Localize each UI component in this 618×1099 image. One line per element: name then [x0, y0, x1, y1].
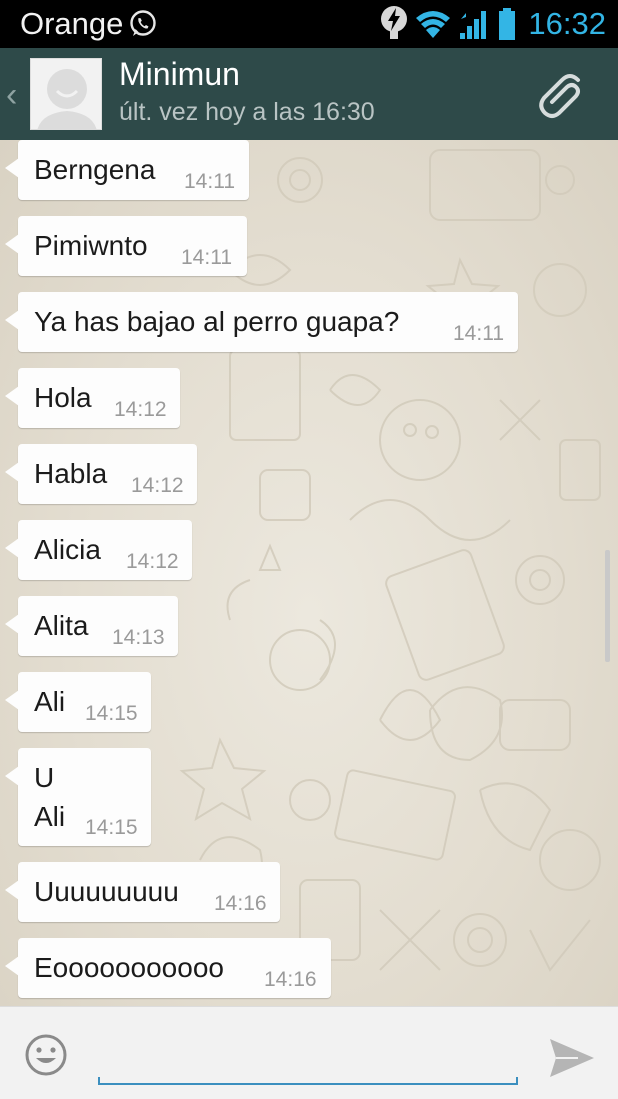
- message-bubble[interactable]: U Ali 14:15: [5, 748, 151, 846]
- message-time: 14:16: [264, 968, 317, 991]
- send-icon[interactable]: [548, 1037, 596, 1079]
- message-time: 14:12: [114, 398, 167, 421]
- message-time: 14:15: [85, 816, 138, 839]
- message-time: 14:13: [112, 626, 165, 649]
- wifi-icon: [416, 11, 451, 38]
- avatar-icon: [31, 59, 101, 129]
- conversation-area[interactable]: Berngena 14:11 Pimiwnto 14:11 Ya has baj…: [0, 140, 618, 1006]
- input-underline-left: [98, 1077, 100, 1085]
- carrier-name: Orange: [20, 6, 124, 41]
- message-input[interactable]: [98, 1035, 518, 1085]
- message-bubble[interactable]: Ali 14:15: [5, 672, 151, 732]
- input-underline-right: [516, 1077, 518, 1085]
- message-bubble[interactable]: Alicia 14:12: [5, 520, 192, 580]
- message-bubble[interactable]: Pimiwnto 14:11: [5, 216, 247, 276]
- message-text: Pimiwnto: [34, 230, 148, 261]
- message-time: 14:16: [214, 892, 267, 915]
- message-bubble[interactable]: Alita 14:13: [5, 596, 178, 656]
- message-bubble[interactable]: Hola 14:12: [5, 368, 180, 428]
- message-bubble[interactable]: Eooooooooooo 14:16: [5, 938, 331, 998]
- message-text: Ali: [34, 686, 66, 717]
- message-time: 14:12: [126, 550, 179, 573]
- avatar[interactable]: [30, 58, 102, 130]
- message-composer: [0, 1006, 618, 1099]
- message-time: 14:15: [85, 702, 138, 725]
- message-text: Hola: [34, 382, 92, 413]
- signal-icon: [460, 11, 487, 39]
- contact-name[interactable]: Minimun: [119, 56, 240, 93]
- emoji-icon[interactable]: [24, 1033, 68, 1077]
- message-text: Alita: [34, 610, 89, 641]
- back-icon[interactable]: ‹: [6, 76, 17, 115]
- message-text: Eooooooooooo: [34, 952, 224, 983]
- message-time: 14:11: [181, 246, 232, 269]
- status-bar: Orange 16:32: [0, 0, 618, 48]
- message-text: Berngena: [34, 154, 156, 185]
- message-time: 14:12: [131, 474, 184, 497]
- last-seen-status: últ. vez hoy a las 16:30: [119, 98, 375, 126]
- message-bubble[interactable]: Berngena 14:11: [5, 140, 249, 200]
- battery-icon: [499, 8, 516, 40]
- chat-header: ‹ Minimun últ. vez hoy a las 16:30: [0, 48, 618, 140]
- message-bubble[interactable]: Ya has bajao al perro guapa? 14:11: [5, 292, 518, 352]
- whatsapp-icon: [130, 10, 156, 36]
- message-bubble[interactable]: Habla 14:12: [5, 444, 197, 504]
- message-text: Alicia: [34, 534, 101, 565]
- message-text: Habla: [34, 458, 108, 489]
- message-time: 14:11: [184, 170, 235, 193]
- message-text: Ya has bajao al perro guapa?: [34, 306, 400, 337]
- chat-scrollbar[interactable]: [605, 550, 610, 662]
- message-text: U Ali: [34, 762, 66, 832]
- message-time: 14:11: [453, 322, 504, 345]
- bolt-icon: [381, 6, 408, 39]
- message-text: Uuuuuuuuu: [34, 876, 179, 907]
- attach-icon[interactable]: [534, 68, 590, 124]
- status-clock: 16:32: [528, 6, 606, 41]
- message-bubble[interactable]: Uuuuuuuuu 14:16: [5, 862, 280, 922]
